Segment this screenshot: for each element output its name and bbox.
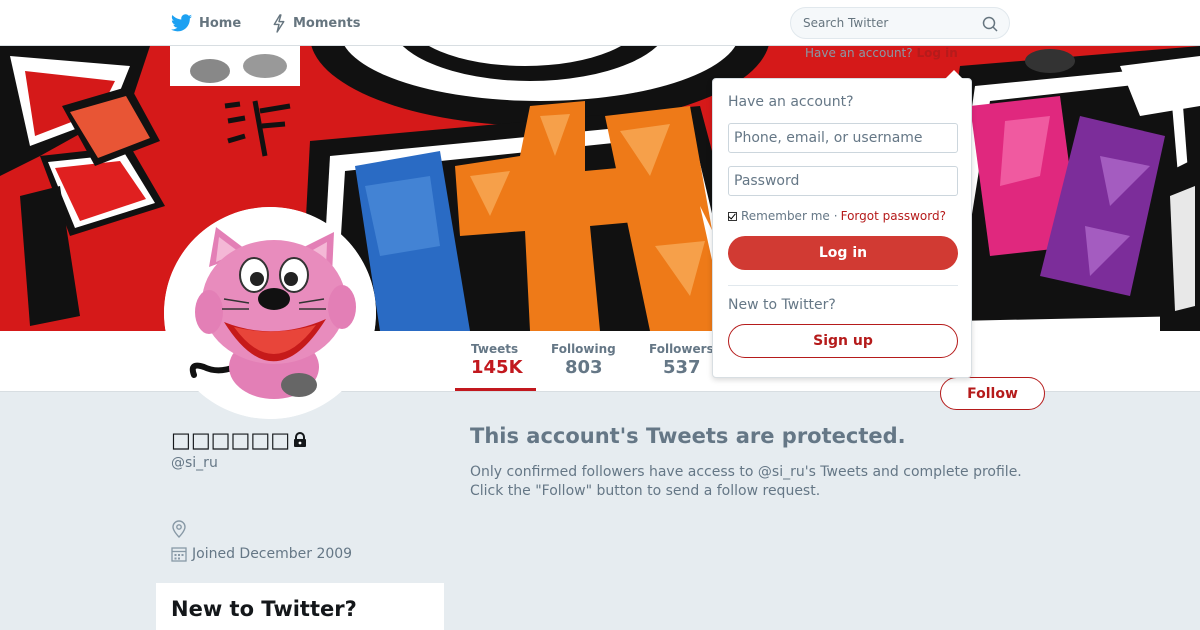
stat-tweets[interactable]: Tweets 145K [471,342,523,378]
have-account-text: Have an account? [805,46,913,60]
remember-label[interactable]: Remember me [741,209,830,223]
follow-button[interactable]: Follow [940,377,1045,410]
username-placeholder: Phone, email, or username [734,130,923,146]
stat-followers-value: 537 [663,357,701,378]
remember-checkbox[interactable] [728,211,737,221]
stat-followers-label: Followers [649,342,714,356]
stat-following[interactable]: Following 803 [551,342,616,378]
login-dropdown: Have an account? Phone, email, or userna… [712,78,972,378]
top-navigation-bar: Home Moments Search Twitter [0,0,1200,46]
signup-button[interactable]: Sign up [728,324,958,358]
location-icon [171,520,187,542]
protected-message: Only confirmed followers have access to … [470,463,1050,501]
forgot-password-link[interactable]: Forgot password? [841,209,946,223]
profile-name-text: □□□□□□ [171,428,291,452]
profile-handle[interactable]: @si_ru [171,455,218,471]
nav-moments-label: Moments [293,15,361,31]
stat-tweets-label: Tweets [471,342,519,356]
protected-title: This account's Tweets are protected. [470,424,906,448]
password-field[interactable]: Password [728,166,958,196]
password-placeholder: Password [734,173,800,189]
nav-moments[interactable]: Moments [272,0,360,46]
search-input[interactable]: Search Twitter [790,7,1010,39]
joined-date: Joined December 2009 [171,546,352,562]
stat-followers[interactable]: Followers 537 [649,342,714,378]
login-button[interactable]: Log in [728,236,958,270]
dropdown-divider [728,285,958,286]
remember-row: Remember me · Forgot password? [728,209,956,223]
search-icon[interactable] [982,16,998,32]
twitter-bird-icon [171,14,192,32]
stat-tweets-value: 145K [471,357,523,378]
nav-home[interactable]: Home [171,0,241,46]
lock-icon [294,432,307,447]
stat-following-label: Following [551,342,616,356]
dropdown-caret [945,70,963,79]
protected-line-2: Click the "Follow" button to send a foll… [470,483,821,499]
calendar-icon [171,547,187,562]
stat-following-value: 803 [565,357,603,378]
avatar-image [164,207,376,419]
new-to-twitter-heading: New to Twitter? [171,597,357,621]
separator-dot: · [833,209,838,223]
login-link[interactable]: Log in [916,46,957,60]
login-dropdown-title: Have an account? [728,94,854,110]
lightning-icon [273,13,285,33]
new-to-twitter-label: New to Twitter? [728,297,836,313]
active-tab-underline [455,388,536,391]
joined-text: Joined December 2009 [192,546,353,562]
nav-home-label: Home [199,15,242,31]
have-account-prompt: Have an account? Log in [805,46,958,60]
protected-line-1: Only confirmed followers have access to … [470,464,1022,480]
profile-name: □□□□□□ [171,428,308,452]
new-to-twitter-card: New to Twitter? [156,583,444,630]
username-field[interactable]: Phone, email, or username [728,123,958,153]
search-placeholder: Search Twitter [803,16,889,30]
avatar[interactable] [164,207,376,419]
